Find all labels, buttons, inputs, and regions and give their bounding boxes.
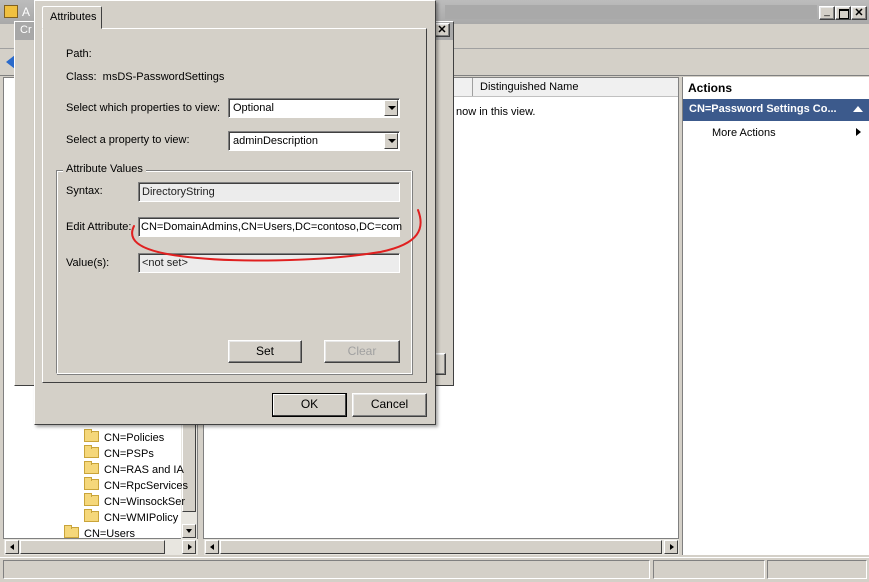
tree-item[interactable]: CN=RAS and IA (84, 461, 184, 478)
close-window-button[interactable]: ✕ (851, 6, 867, 20)
status-panel-2 (653, 560, 765, 579)
maximize-icon (839, 9, 849, 19)
app-icon (4, 5, 18, 18)
select-property-value: adminDescription (233, 135, 318, 147)
set-button[interactable]: Set (228, 340, 302, 363)
chevron-down-icon[interactable] (384, 100, 398, 116)
tree-item[interactable]: CN=PSPs (84, 445, 154, 462)
scroll-right-arrow-icon (188, 544, 192, 550)
actions-header: Actions (688, 81, 733, 95)
syntax-label: Syntax: (66, 185, 103, 197)
actions-section-title: CN=Password Settings Co... (689, 103, 837, 115)
minimize-button[interactable]: _ (819, 6, 835, 20)
tree-hscroll-thumb[interactable] (20, 540, 165, 554)
select-properties-dropdown[interactable]: Optional (228, 98, 400, 118)
collapse-up-icon[interactable] (853, 106, 863, 112)
column-divider[interactable] (472, 78, 473, 96)
status-panel-1 (3, 560, 650, 579)
tree-item[interactable]: CN=RpcServices (84, 477, 188, 494)
tree-hscroll-left[interactable] (5, 540, 19, 554)
maximize-button[interactable] (835, 6, 851, 20)
chevron-down-icon[interactable] (384, 133, 398, 149)
attribute-values-title: Attribute Values (63, 163, 146, 175)
folder-icon (84, 477, 99, 490)
submenu-arrow-icon (856, 128, 861, 136)
path-label: Path: (66, 48, 92, 60)
column-header-distinguished-name[interactable]: Distinguished Name (480, 81, 578, 93)
select-properties-value: Optional (233, 102, 274, 114)
empty-list-message: now in this view. (456, 106, 536, 118)
scroll-right-arrow-icon (670, 544, 674, 550)
ok-button[interactable]: OK (272, 393, 347, 417)
tree-hscroll-right[interactable] (182, 540, 196, 554)
select-property-dropdown[interactable]: adminDescription (228, 131, 400, 151)
select-property-label: Select a property to view: (66, 134, 190, 146)
scroll-left-arrow-icon (10, 544, 14, 550)
select-properties-label: Select which properties to view: (66, 102, 221, 114)
tree-item[interactable]: CN=Policies (84, 429, 164, 446)
titlebar-right-strip (445, 5, 817, 19)
actions-pane (682, 77, 869, 555)
tree-vscroll-down[interactable] (182, 524, 196, 538)
list-hscroll-left[interactable] (205, 540, 219, 554)
main-title-text: A (22, 5, 31, 19)
class-text: Class: msDS-PasswordSettings (66, 71, 225, 83)
tab-attributes-label: Attributes (50, 11, 97, 23)
folder-icon (84, 445, 99, 458)
tree-item[interactable]: CN=WinsockSer (84, 493, 185, 510)
folder-icon (84, 429, 99, 442)
scroll-down-arrow-icon (186, 529, 192, 533)
list-hscroll-right[interactable] (664, 540, 678, 554)
scroll-left-arrow-icon (210, 544, 214, 550)
folder-icon (84, 493, 99, 506)
status-panel-3 (767, 560, 867, 579)
cancel-button[interactable]: Cancel (352, 393, 427, 417)
clear-button[interactable]: Clear (324, 340, 400, 363)
values-label: Value(s): (66, 257, 110, 269)
tree-item[interactable]: CN=WMIPolicy (84, 509, 178, 526)
behind-dialog-title: Cr (20, 24, 32, 36)
list-hscroll-thumb[interactable] (220, 540, 662, 554)
more-actions-item[interactable]: More Actions (712, 127, 776, 139)
folder-icon (84, 509, 99, 522)
behind-dialog-close-button[interactable]: ✕ (434, 23, 450, 37)
folder-icon (64, 525, 79, 538)
syntax-field: DirectoryString (138, 182, 400, 202)
red-annotation-ellipse (131, 209, 422, 262)
folder-icon (84, 461, 99, 474)
syntax-value: DirectoryString (142, 186, 215, 198)
